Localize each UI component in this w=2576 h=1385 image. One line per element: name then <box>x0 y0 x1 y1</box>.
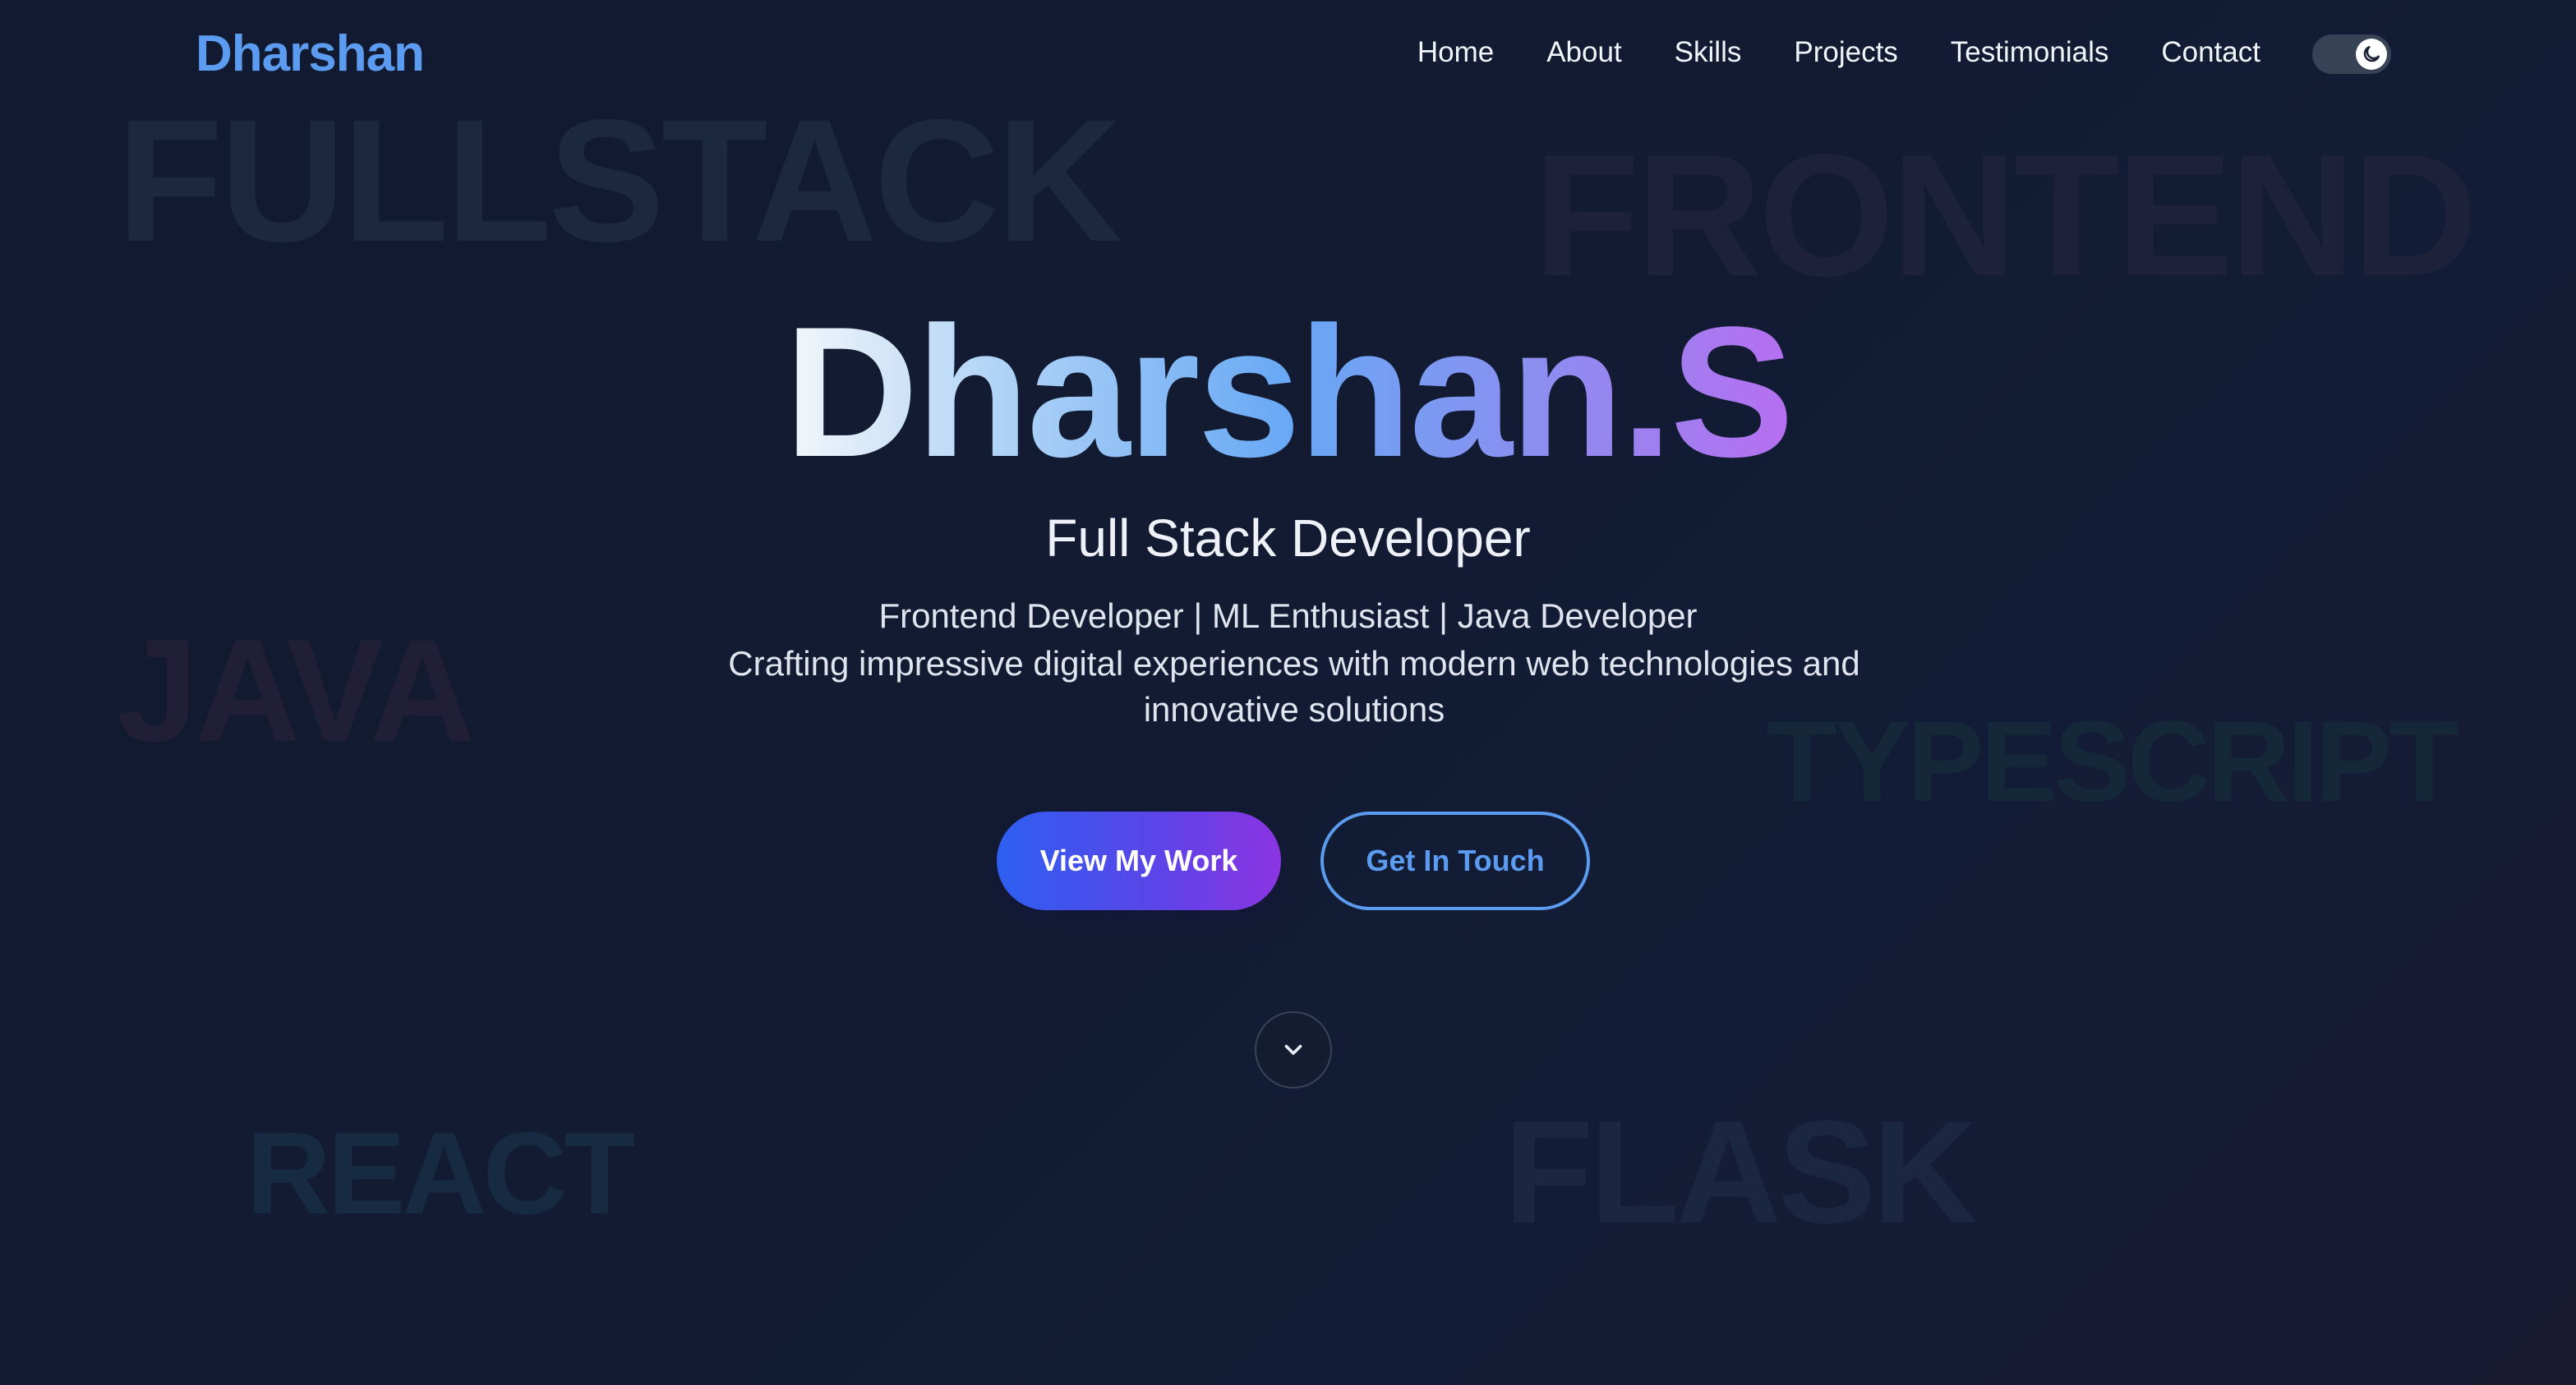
background-word-frontend: FRONTEND <box>1533 117 2478 312</box>
site-logo[interactable]: Dharshan <box>196 25 425 83</box>
background-word-fullstack: FULLSTACK <box>117 83 1122 278</box>
hero-description: Crafting impressive digital experiences … <box>728 644 1860 729</box>
background-word-react: REACT <box>247 1108 635 1239</box>
nav-link-projects[interactable]: Projects <box>1794 36 1897 69</box>
hero-title: Full Stack Developer <box>1045 508 1531 568</box>
scroll-down-button[interactable] <box>1255 1011 1332 1088</box>
get-in-touch-button[interactable]: Get In Touch <box>1320 812 1590 910</box>
hero-roles: Frontend Developer | ML Enthusiast | Jav… <box>878 596 1698 635</box>
view-my-work-button[interactable]: View My Work <box>997 812 1281 910</box>
nav-link-contact[interactable]: Contact <box>2161 36 2260 69</box>
moon-icon <box>2363 46 2380 62</box>
nav-link-testimonials[interactable]: Testimonials <box>1951 36 2109 69</box>
theme-toggle[interactable] <box>2312 35 2391 74</box>
main-nav: Home About Skills Projects Testimonials … <box>1417 36 2260 69</box>
nav-link-about[interactable]: About <box>1546 36 1621 69</box>
hero-name-text: Dharshan.S <box>784 288 1795 495</box>
background-word-flask: FLASK <box>1504 1090 1978 1254</box>
chevron-down-icon <box>1284 1044 1302 1056</box>
toggle-knob <box>2356 39 2387 70</box>
nav-link-home[interactable]: Home <box>1417 36 1494 69</box>
background-word-java: JAVA <box>117 609 475 772</box>
nav-link-skills[interactable]: Skills <box>1675 36 1742 69</box>
hero-name: Dharshan.S <box>0 294 2576 489</box>
